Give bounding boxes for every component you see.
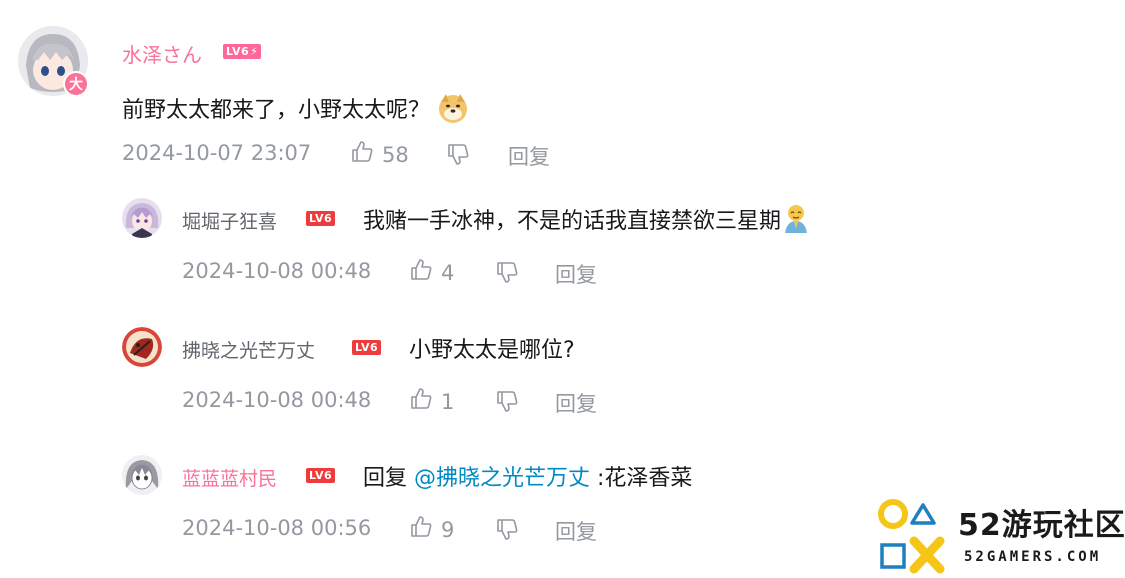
like-button[interactable]: 9 (409, 515, 454, 544)
avatar[interactable] (122, 455, 162, 495)
reply-time: 2024-10-08 00:48 (182, 259, 372, 283)
thumbs-down-icon (495, 519, 519, 545)
lightning-icon: ⚡ (250, 45, 259, 58)
reply-body: 我赌一手冰神，不是的话我直接禁欲三星期 (363, 209, 782, 234)
level-badge: LV6 ⚡ (223, 44, 262, 59)
reply-time: 2024-10-08 00:56 (182, 516, 372, 540)
praying-emoji-icon (781, 203, 811, 241)
reply-suffix: :花泽香菜 (590, 466, 693, 491)
like-button[interactable]: 4 (409, 258, 454, 287)
thumbs-up-icon (409, 387, 433, 416)
mention-link[interactable]: @拂晓之光芒万丈 (414, 466, 590, 491)
reply-text: 我赌一手冰神，不是的话我直接禁欲三星期 (363, 203, 811, 241)
avatar-badge-text: 大 (69, 77, 83, 93)
thumbs-up-icon (350, 140, 374, 169)
username[interactable]: 水泽さん (122, 39, 202, 68)
level-text: LV6 (309, 469, 333, 482)
reply-button[interactable]: 回复 (555, 259, 597, 289)
thumbs-down-icon (446, 144, 470, 170)
level-text: LV6 (226, 45, 250, 58)
like-count: 4 (441, 260, 455, 285)
avatar-badge: 大 (63, 71, 89, 97)
level-badge: LV6 (352, 340, 382, 355)
reply-prefix: 回复 (363, 466, 414, 491)
reply-time: 2024-10-08 00:48 (182, 388, 372, 412)
reply-body: 小野太太是哪位? (409, 338, 575, 363)
dislike-button[interactable] (495, 260, 519, 288)
level-badge: LV6 (306, 211, 336, 226)
reply-text: 回复 @拂晓之光芒万丈 :花泽香菜 (363, 460, 692, 492)
thumbs-down-icon (495, 391, 519, 417)
thumbs-up-icon (409, 258, 433, 287)
level-text: LV6 (355, 341, 379, 354)
reply-text: 小野太太是哪位? (409, 332, 575, 364)
dislike-button[interactable] (495, 389, 519, 417)
like-count: 58 (382, 142, 409, 167)
username[interactable]: 拂晓之光芒万丈 (182, 336, 315, 363)
avatar[interactable] (122, 327, 162, 367)
gamepad-symbols-icon (878, 499, 945, 574)
like-button[interactable]: 58 (350, 140, 409, 169)
thumbs-down-icon (495, 262, 519, 288)
reply-button[interactable]: 回复 (555, 516, 597, 546)
comment-text: 前野太太都来了，小野太太呢？ (122, 92, 469, 130)
reply-button[interactable]: 回复 (555, 388, 597, 418)
level-text: LV6 (309, 212, 333, 225)
thumbs-up-icon (409, 515, 433, 544)
comment-time: 2024-10-07 23:07 (122, 141, 312, 165)
like-count: 1 (441, 389, 455, 414)
like-count: 9 (441, 517, 455, 542)
like-button[interactable]: 1 (409, 387, 454, 416)
comment-body: 前野太太都来了，小野太太呢？ (122, 98, 431, 123)
avatar[interactable] (122, 198, 162, 238)
dislike-button[interactable] (446, 142, 470, 170)
watermark-name: 52游玩社区 (958, 508, 1125, 543)
doge-emoji-icon (437, 92, 469, 130)
username[interactable]: 蓝蓝蓝村民 (182, 464, 277, 491)
dislike-button[interactable] (495, 517, 519, 545)
username[interactable]: 堀堀子狂喜 (182, 207, 277, 234)
level-badge: LV6 (306, 468, 336, 483)
watermark-url: 52GAMERS.COM (964, 549, 1102, 565)
reply-button[interactable]: 回复 (508, 141, 550, 171)
